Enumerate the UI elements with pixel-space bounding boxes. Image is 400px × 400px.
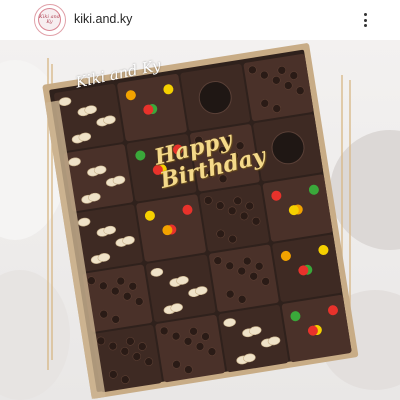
avatar-logo-text: Kiki and Ky [39, 13, 60, 25]
profile-avatar[interactable]: Kiki and Ky [34, 4, 66, 36]
avatar-logo: Kiki and Ky [38, 8, 61, 31]
post-photo[interactable]: Kiki and Ky Happy Birthday [0, 40, 400, 400]
brownie-box-photo [42, 43, 359, 400]
post-header: Kiki and Ky kiki.and.ky [0, 0, 400, 40]
username[interactable]: kiki.and.ky [74, 12, 132, 26]
more-options-icon[interactable] [356, 9, 374, 31]
